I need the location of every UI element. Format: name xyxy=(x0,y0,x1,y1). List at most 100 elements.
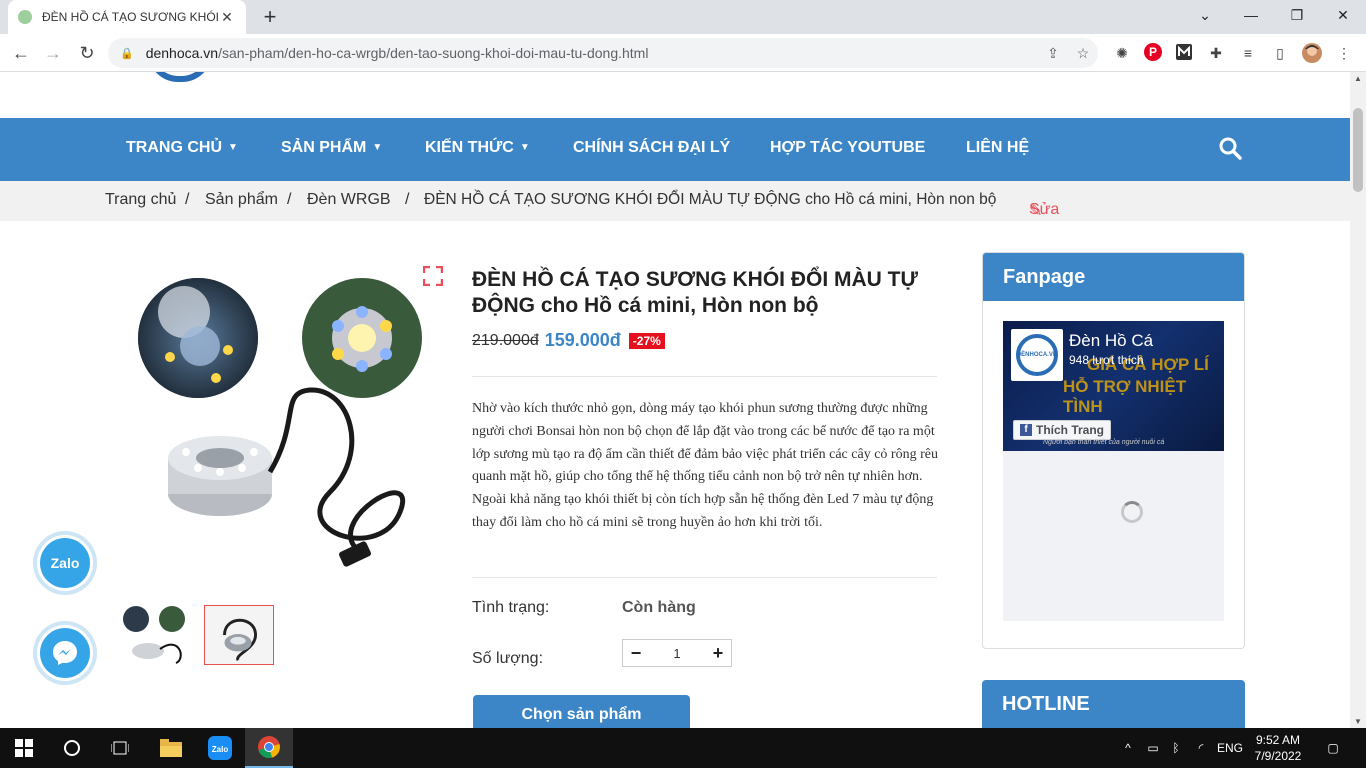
browser-tab[interactable]: ĐÈN HỒ CÁ TẠO SƯƠNG KHÓI Đ ✕ xyxy=(8,0,246,34)
quantity-decrease-button[interactable]: − xyxy=(623,640,649,666)
nav-label: CHÍNH SÁCH ĐẠI LÝ xyxy=(573,139,731,156)
url-path: /san-pham/den-ho-ca-wrgb/den-tao-suong-k… xyxy=(218,45,649,61)
search-icon[interactable] xyxy=(1218,136,1242,160)
quantity-label: Số lượng: xyxy=(472,650,544,667)
nav-item-knowledge[interactable]: KIẾN THỨC ▼ xyxy=(425,118,530,181)
cover-slogan: HỖ TRỢ NHIỆT TÌNH xyxy=(1063,377,1187,416)
file-explorer-icon[interactable] xyxy=(147,728,195,768)
browser-tab-strip: ĐÈN HỒ CÁ TẠO SƯƠNG KHÓI Đ ✕ + ⌄ — ❐ ✕ xyxy=(0,0,1366,34)
media-list-icon[interactable]: ≡ xyxy=(1238,43,1258,63)
web-page: TRANG CHỦ ▼ SẢN PHẨM ▼ KIẾN THỨC ▼ CHÍNH SÁ… xyxy=(0,72,1350,728)
facebook-page-plugin: GIÁ CẢ HỢP LÍ HỖ TRỢ NHIỆT TÌNH ĐÈNHOCA.… xyxy=(1003,321,1224,621)
wifi-icon[interactable]: ◜ xyxy=(1190,728,1212,768)
side-panel-icon[interactable]: ▯ xyxy=(1270,43,1290,63)
breadcrumb-home[interactable]: Trang chủ xyxy=(105,191,176,209)
windows-start-icon[interactable] xyxy=(0,728,48,768)
reload-icon[interactable]: ↻ xyxy=(74,40,100,66)
page-scrollbar[interactable]: ▲ ▼ xyxy=(1350,72,1366,728)
search-circle-icon[interactable] xyxy=(48,728,96,768)
divider xyxy=(472,376,937,377)
nav-label: HỢP TÁC YOUTUBE xyxy=(770,139,926,156)
chevron-down-icon: ▼ xyxy=(372,142,383,153)
minimize-button[interactable]: — xyxy=(1228,0,1274,30)
facebook-icon: f xyxy=(1020,424,1032,436)
url-text[interactable]: denhoca.vn/san-pham/den-ho-ca-wrgb/den-t… xyxy=(146,45,1038,61)
pinterest-icon[interactable]: P xyxy=(1143,43,1163,63)
notification-center-icon[interactable]: ▢ xyxy=(1318,728,1348,768)
facebook-like-button[interactable]: f Thích Trang xyxy=(1013,420,1112,440)
nav-label: LIÊN HỆ xyxy=(966,139,1030,156)
facebook-page-avatar[interactable]: ĐÈNHOCA.VN xyxy=(1011,329,1063,381)
forward-arrow-icon[interactable]: → xyxy=(40,40,66,66)
close-window-button[interactable]: ✕ xyxy=(1320,0,1366,30)
bookmark-star-icon[interactable]: ☆ xyxy=(1068,45,1098,62)
chevron-down-icon: ▼ xyxy=(228,142,238,153)
breadcrumb: Trang chủ / Sản phẩm / Đèn WRGB / ĐÈN HỒ… xyxy=(0,181,1350,221)
facebook-like-count: 948 lượt thích xyxy=(1069,353,1144,367)
bluetooth-icon[interactable]: ᛒ xyxy=(1166,728,1186,768)
breadcrumb-separator: / xyxy=(185,191,190,208)
profile-avatar[interactable] xyxy=(1302,43,1322,63)
nav-item-contact[interactable]: LIÊN HỆ xyxy=(966,118,1029,181)
product-title: ĐÈN HỒ CÁ TẠO SƯƠNG KHÓI ĐỔI MÀU TỰ ĐỘNG… xyxy=(472,268,918,317)
scroll-up-arrow-icon[interactable]: ▲ xyxy=(1350,74,1366,83)
new-tab-button[interactable]: + xyxy=(258,4,282,30)
edit-label: Sửa xyxy=(1029,201,1060,218)
zalo-app-icon[interactable]: Zalo xyxy=(196,728,244,768)
product-thumbnail-selected[interactable] xyxy=(204,605,274,665)
discount-badge: -27% xyxy=(628,332,665,349)
nav-item-youtube[interactable]: HỢP TÁC YOUTUBE xyxy=(770,118,925,181)
product-main-image[interactable] xyxy=(120,262,444,588)
avatar-logo: ĐÈNHOCA.VN xyxy=(1016,334,1058,376)
zalo-chat-button[interactable]: Zalo xyxy=(37,535,93,591)
share-icon[interactable]: ⇪ xyxy=(1038,45,1068,62)
product-thumbnail[interactable] xyxy=(120,605,188,665)
quantity-input[interactable]: 1 xyxy=(649,646,705,661)
browser-menu-icon[interactable]: ⋮ xyxy=(1334,43,1354,63)
breadcrumb-products[interactable]: Sản phẩm xyxy=(205,191,278,209)
cover-tagline: Người bạn thân thiết của người nuôi cá xyxy=(1043,439,1165,446)
facebook-page-name[interactable]: Đèn Hồ Cá xyxy=(1069,331,1153,351)
tab-close-icon[interactable]: ✕ xyxy=(218,9,236,26)
lock-icon: 🔒 xyxy=(120,47,134,60)
price-row: 219.000đ 159.000đ -27% xyxy=(472,330,665,351)
mail-extension-icon[interactable] xyxy=(1174,43,1194,63)
nav-item-agency-policy[interactable]: CHÍNH SÁCH ĐẠI LÝ xyxy=(573,118,730,181)
nav-item-home[interactable]: TRANG CHỦ ▼ xyxy=(126,118,238,181)
tab-title: ĐÈN HỒ CÁ TẠO SƯƠNG KHÓI Đ xyxy=(42,10,218,24)
fanpage-widget: Fanpage GIÁ CẢ HỢP LÍ HỖ TRỢ NHIỆT TÌNH … xyxy=(982,252,1245,649)
maximize-button[interactable]: ❐ xyxy=(1274,0,1320,30)
like-button-label: Thích Trang xyxy=(1036,423,1105,437)
battery-icon[interactable]: ▭ xyxy=(1142,728,1164,768)
tray-chevron-up-icon[interactable]: ^ xyxy=(1118,728,1138,768)
extension-gear-icon[interactable]: ✺ xyxy=(1112,43,1132,63)
messenger-chat-button[interactable] xyxy=(37,625,93,681)
fullscreen-expand-icon[interactable] xyxy=(423,266,443,286)
address-bar[interactable]: 🔒 denhoca.vn/san-pham/den-ho-ca-wrgb/den… xyxy=(108,38,1098,68)
url-host: denhoca.vn xyxy=(145,45,219,61)
back-arrow-icon[interactable]: ← xyxy=(8,40,34,66)
system-clock[interactable]: 9:52 AM 7/9/2022 xyxy=(1244,732,1312,764)
messenger-icon xyxy=(40,628,90,678)
breadcrumb-category[interactable]: Đèn WRGB xyxy=(307,191,391,209)
breadcrumb-separator: / xyxy=(287,191,292,208)
facebook-cover-image[interactable]: GIÁ CẢ HỢP LÍ HỖ TRỢ NHIỆT TÌNH ĐÈNHOCA.… xyxy=(1003,321,1224,451)
nav-item-products[interactable]: SẢN PHẨM ▼ xyxy=(281,118,382,181)
stock-status-label: Tình trạng: xyxy=(472,599,550,616)
language-indicator[interactable]: ENG xyxy=(1214,728,1246,768)
scroll-down-arrow-icon[interactable]: ▼ xyxy=(1350,717,1366,726)
windows-taskbar: Zalo ^ ▭ ᛒ ◜ ENG 9:52 AM 7/9/2022 ▢ xyxy=(0,728,1366,768)
select-product-button[interactable]: Chọn sản phẩm xyxy=(473,695,690,728)
quantity-stepper: − 1 + xyxy=(622,639,732,667)
site-logo[interactable] xyxy=(148,72,212,82)
tab-search-button[interactable]: ⌄ xyxy=(1182,0,1228,30)
breadcrumb-separator: / xyxy=(405,191,410,208)
quantity-increase-button[interactable]: + xyxy=(705,640,731,666)
chrome-app-icon[interactable] xyxy=(245,728,293,768)
extensions-puzzle-icon[interactable]: ✚ xyxy=(1206,43,1226,63)
task-view-icon[interactable] xyxy=(96,728,144,768)
scrollbar-thumb[interactable] xyxy=(1353,108,1363,192)
site-favicon-icon xyxy=(18,10,32,24)
nav-label: TRANG CHỦ xyxy=(126,139,222,156)
loading-spinner-icon xyxy=(1121,501,1143,523)
